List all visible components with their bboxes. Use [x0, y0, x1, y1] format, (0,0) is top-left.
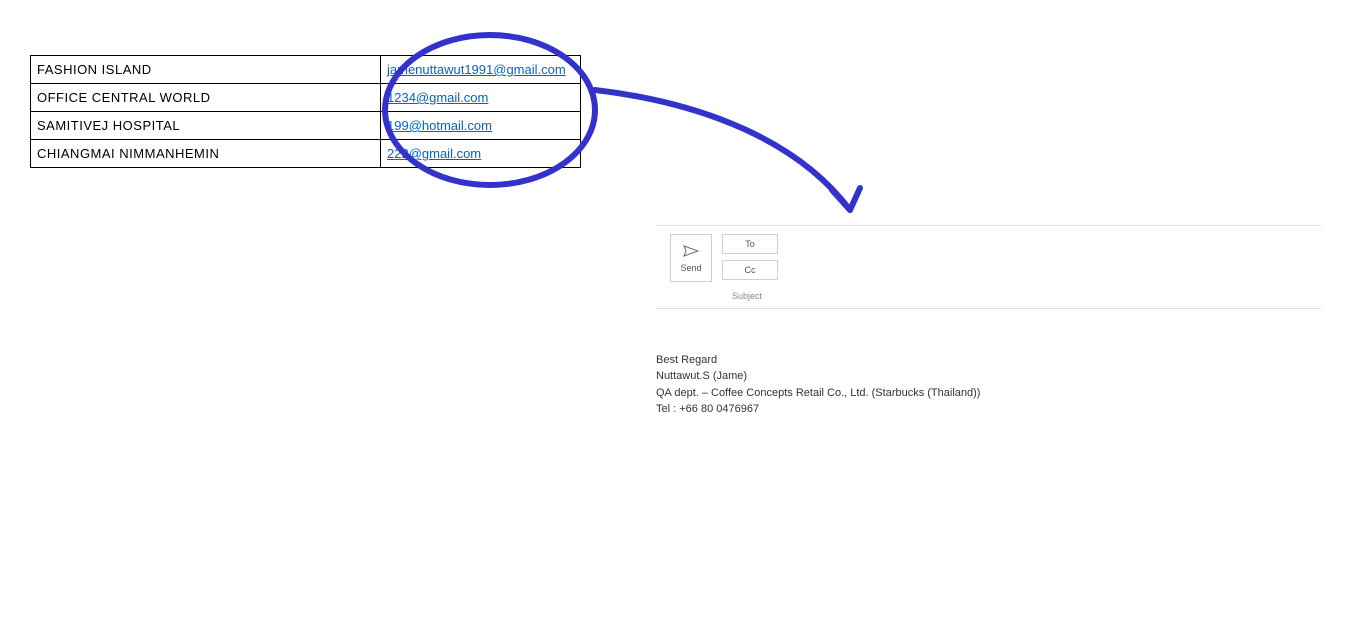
- signature-line: Best Regard: [656, 353, 980, 368]
- signature-line: Tel : +66 80 0476967: [656, 402, 980, 417]
- name-cell: OFFICE CENTRAL WORLD: [31, 84, 381, 112]
- email-table: FASHION ISLAND jamenuttawut1991@gmail.co…: [30, 55, 581, 168]
- signature-line: QA dept. – Coffee Concepts Retail Co., L…: [656, 386, 980, 401]
- to-row: To: [722, 232, 1321, 256]
- compose-panel: Send To Cc Subject: [656, 225, 1321, 309]
- cc-row: Cc: [722, 258, 1321, 282]
- subject-input[interactable]: [777, 290, 1321, 302]
- email-cell: jamenuttawut1991@gmail.com: [381, 56, 581, 84]
- recipient-area: To Cc: [722, 232, 1321, 284]
- table-row: SAMITIVEJ HOSPITAL 199@hotmail.com: [31, 112, 581, 140]
- name-cell: CHIANGMAI NIMMANHEMIN: [31, 140, 381, 168]
- email-signature: Best Regard Nuttawut.S (Jame) QA dept. –…: [656, 353, 980, 419]
- email-cell: 199@hotmail.com: [381, 112, 581, 140]
- send-button[interactable]: Send: [670, 234, 712, 282]
- cc-input[interactable]: [788, 260, 1321, 280]
- email-cell: 1234@gmail.com: [381, 84, 581, 112]
- email-link[interactable]: 199@hotmail.com: [387, 118, 492, 133]
- signature-line: Nuttawut.S (Jame): [656, 369, 980, 384]
- cc-button[interactable]: Cc: [722, 260, 778, 280]
- send-icon: [683, 244, 699, 260]
- send-label: Send: [680, 263, 701, 273]
- table-row: CHIANGMAI NIMMANHEMIN 222@gmail.com: [31, 140, 581, 168]
- email-link[interactable]: 222@gmail.com: [387, 146, 481, 161]
- to-input[interactable]: [788, 234, 1321, 254]
- to-button[interactable]: To: [722, 234, 778, 254]
- subject-label: Subject: [732, 291, 777, 301]
- subject-row: Subject: [656, 284, 1321, 309]
- email-link[interactable]: 1234@gmail.com: [387, 90, 488, 105]
- compose-header: Send To Cc: [656, 226, 1321, 284]
- table-row: FASHION ISLAND jamenuttawut1991@gmail.co…: [31, 56, 581, 84]
- table-row: OFFICE CENTRAL WORLD 1234@gmail.com: [31, 84, 581, 112]
- name-cell: FASHION ISLAND: [31, 56, 381, 84]
- email-cell: 222@gmail.com: [381, 140, 581, 168]
- email-link[interactable]: jamenuttawut1991@gmail.com: [387, 62, 566, 77]
- name-cell: SAMITIVEJ HOSPITAL: [31, 112, 381, 140]
